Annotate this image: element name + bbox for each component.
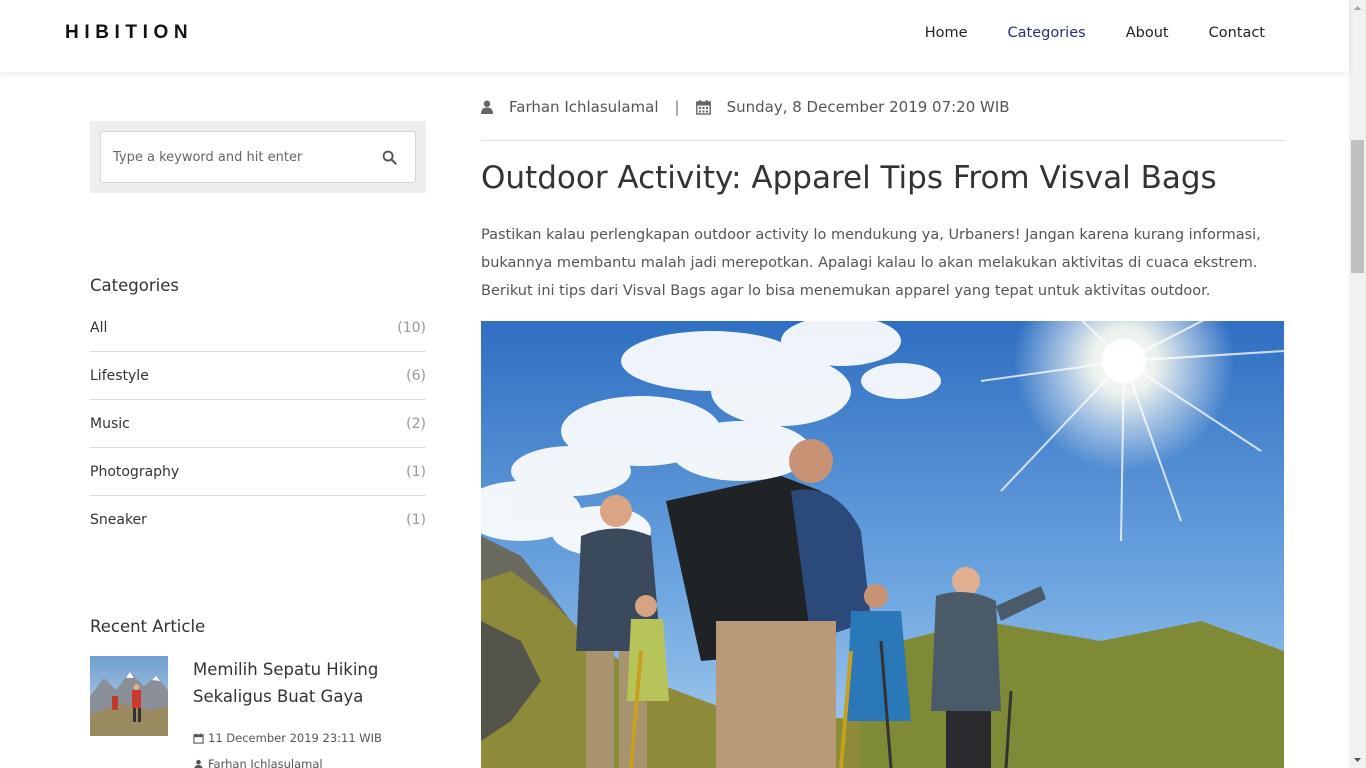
category-item-all[interactable]: All (10) [90,304,426,352]
brand-logo[interactable]: HIBITION [65,22,193,44]
meta-separator: | [674,98,680,116]
search-input[interactable] [101,132,371,182]
nav-contact[interactable]: Contact [1209,25,1265,41]
navbar: HIBITION Home Categories About Contact [0,0,1349,72]
nav-categories[interactable]: Categories [1008,25,1086,41]
category-item-sneaker[interactable]: Sneaker (1) [90,496,426,544]
recent-article-author-row: Farhan Ichlasulamal [193,757,323,768]
category-name: Photography [90,463,180,480]
category-list: All (10) Lifestyle (6) Music (2) Photogr… [90,304,426,544]
search-widget [90,121,426,193]
article-date: Sunday, 8 December 2019 07:20 WIB [726,98,1010,116]
category-count: (1) [406,463,426,480]
article-body: Pastikan kalau perlengkapan outdoor acti… [481,227,1261,299]
article-author[interactable]: Farhan Ichlasulamal [509,98,659,116]
article-hero-image [481,321,1284,768]
category-name: Sneaker [90,512,147,528]
user-icon [481,100,493,114]
recent-article-date-row: 11 December 2019 23:11 WIB [193,731,382,745]
category-count: (10) [397,319,426,336]
scroll-down-arrow-icon[interactable] [1349,751,1366,768]
category-item-music[interactable]: Music (2) [90,400,426,448]
category-name: Music [90,415,130,432]
calendar-icon [193,732,204,744]
category-item-lifestyle[interactable]: Lifestyle (6) [90,352,426,400]
main-nav: Home Categories About Contact [925,25,1265,41]
meta-divider [481,140,1284,141]
recent-article-heading: Recent Article [90,617,206,636]
recent-article-thumbnail[interactable] [90,656,168,736]
recent-article-author: Farhan Ichlasulamal [208,757,323,768]
article-title: Outdoor Activity: Apparel Tips From Visv… [481,160,1217,196]
nav-about[interactable]: About [1126,25,1169,41]
user-icon [194,759,203,768]
category-name: Lifestyle [90,367,149,384]
category-name: All [90,319,108,336]
categories-heading: Categories [90,276,179,295]
category-item-photography[interactable]: Photography (1) [90,448,426,496]
category-count: (2) [406,415,426,432]
nav-home[interactable]: Home [925,25,968,41]
recent-article-date: 11 December 2019 23:11 WIB [208,731,382,745]
search-icon[interactable] [382,150,397,165]
category-count: (1) [406,512,426,528]
calendar-icon [695,99,711,115]
search-field-wrapper [100,131,416,183]
category-count: (6) [406,367,426,384]
recent-article-title[interactable]: Memilih Sepatu Hiking Sekaligus Buat Gay… [193,656,413,710]
scrollbar-thumb[interactable] [1351,140,1364,273]
page-scrollbar[interactable] [1349,0,1366,768]
article-meta: Farhan Ichlasulamal | Sunday, 8 December… [481,98,1010,116]
scroll-up-arrow-icon[interactable] [1349,0,1366,17]
